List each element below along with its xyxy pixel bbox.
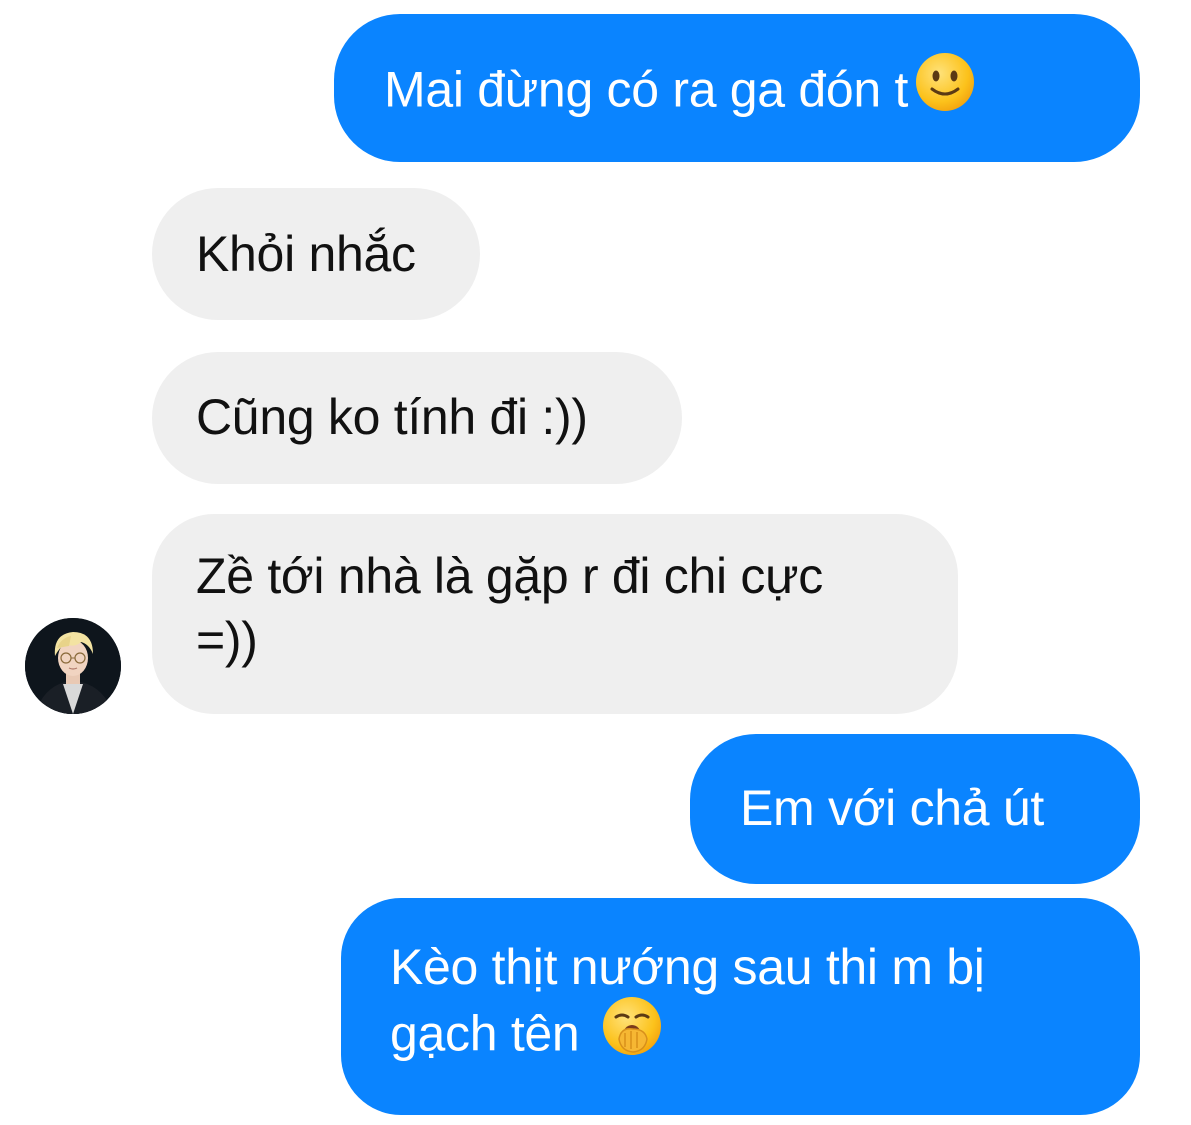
message-text-line: Kèo thịt nướng sau thi m bị [390,939,985,995]
message-text-line: =)) [196,612,258,668]
message-text: Khỏi nhắc [196,226,416,282]
received-message-bubble[interactable]: Zề tới nhà là gặp r đi chi cực =)) [152,514,958,714]
message-thread: Mai đừng có ra ga đón t Khỏi nhắc Cũng k… [0,0,1191,1125]
sent-message-bubble[interactable]: Mai đừng có ra ga đón t [334,14,1140,162]
yawning-face-icon [601,995,663,1072]
message-text: Mai đừng có ra ga đón t [384,61,909,118]
slightly-smiling-face-icon [914,51,976,128]
sent-message-bubble[interactable]: Kèo thịt nướng sau thi m bị gạch tên [341,898,1140,1115]
message-text-line: Zề tới nhà là gặp r đi chi cực [196,548,823,604]
received-message-bubble[interactable]: Cũng ko tính đi :)) [152,352,682,484]
message-text-fragment: gạch tên [390,1005,580,1062]
message-text: Em với chả út [740,780,1044,836]
message-text: Cũng ko tính đi :)) [196,389,588,445]
received-message-bubble[interactable]: Khỏi nhắc [152,188,480,320]
sent-message-bubble[interactable]: Em với chả út [690,734,1140,884]
message-text-line: gạch tên [390,997,1140,1076]
contact-avatar[interactable] [25,618,121,714]
